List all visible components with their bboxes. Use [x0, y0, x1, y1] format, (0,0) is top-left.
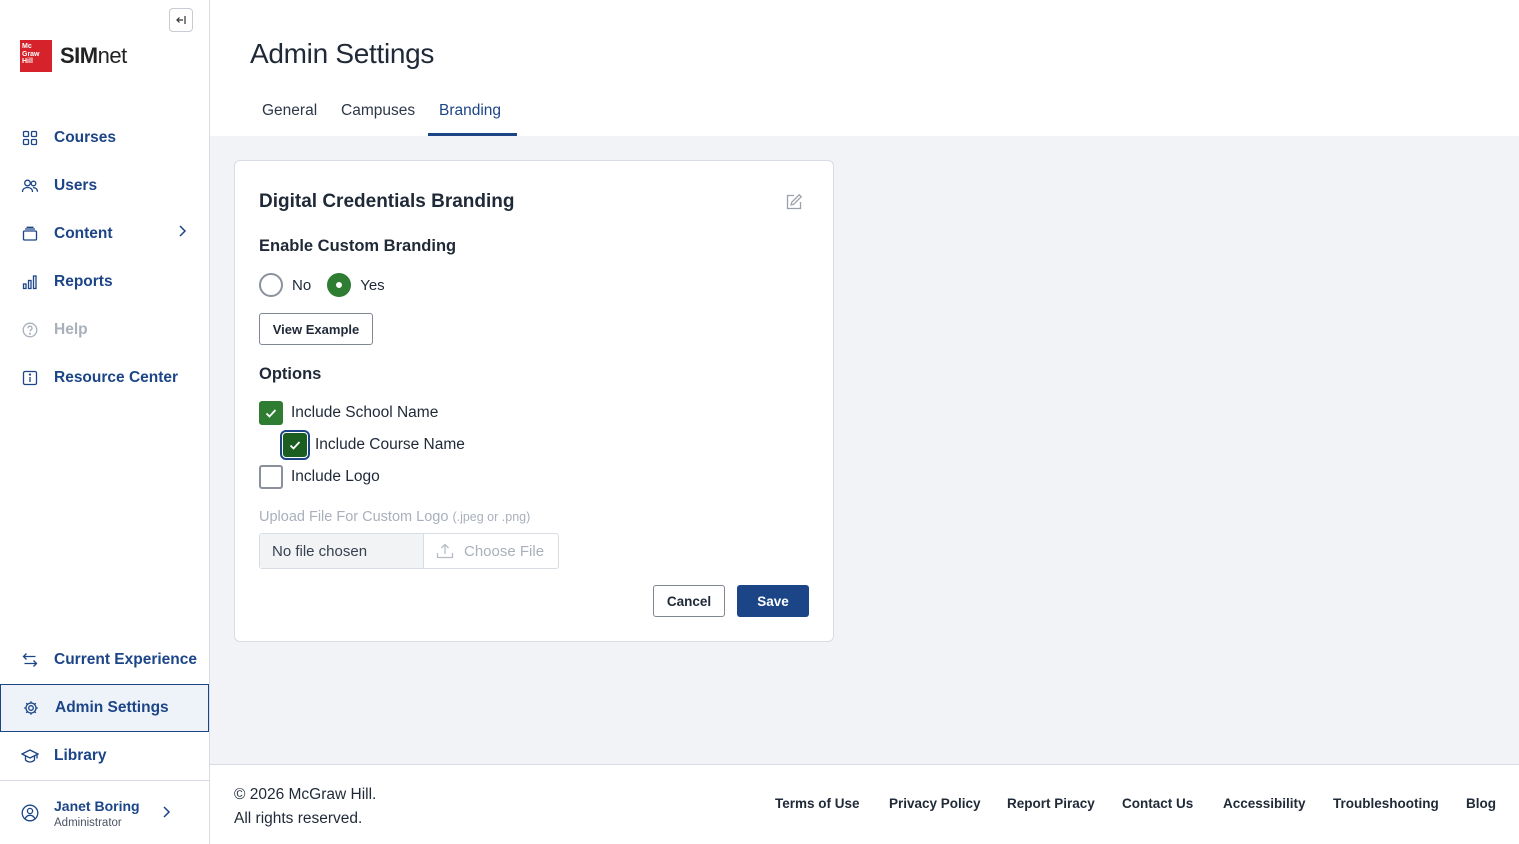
- chevron-right-icon: [177, 224, 187, 243]
- pencil-square-icon: [786, 193, 803, 210]
- gear-icon: [21, 698, 41, 718]
- sidebar-item-admin-settings[interactable]: Admin Settings: [0, 684, 209, 732]
- file-upload-field: No file chosen Choose File: [259, 533, 559, 569]
- checkbox-course-name[interactable]: [280, 430, 310, 460]
- radio-no-label: No: [292, 276, 312, 294]
- footer-link-contact[interactable]: Contact Us: [1122, 796, 1193, 811]
- edit-button[interactable]: [785, 193, 803, 211]
- enable-branding-title: Enable Custom Branding: [259, 237, 457, 255]
- tab-branding[interactable]: Branding: [428, 102, 517, 136]
- tab-general[interactable]: General: [262, 102, 317, 136]
- sidebar-item-label: Content: [54, 225, 113, 242]
- cancel-button[interactable]: Cancel: [653, 585, 725, 617]
- sidebar-divider: [0, 780, 209, 781]
- footer-link-blog[interactable]: Blog: [1466, 796, 1496, 811]
- radio-yes-label: Yes: [360, 276, 385, 294]
- sidebar-item-label: Users: [54, 177, 98, 194]
- card-title: Digital Credentials Branding: [259, 191, 515, 212]
- view-example-button[interactable]: View Example: [259, 313, 373, 345]
- copyright-line-1: © 2026 McGraw Hill.: [234, 786, 377, 803]
- upload-icon: [436, 543, 454, 559]
- switch-arrows-icon: [20, 650, 40, 670]
- checkbox-school-name[interactable]: [259, 401, 283, 425]
- sidebar-item-label: Current Experience: [54, 651, 197, 668]
- sidebar-item-help: Help: [0, 306, 209, 354]
- copyright: © 2026 McGraw Hill. All rights reserved.: [234, 783, 376, 831]
- checkbox-label: Include Course Name: [315, 436, 465, 453]
- footer: © 2026 McGraw Hill. All rights reserved.…: [210, 764, 1519, 844]
- footer-link-accessibility[interactable]: Accessibility: [1223, 796, 1306, 811]
- digital-credentials-card: Digital Credentials Branding Enable Cust…: [234, 160, 834, 642]
- sidebar-item-label: Library: [54, 747, 107, 764]
- checkbox-label: Include Logo: [291, 468, 380, 485]
- sidebar-item-users[interactable]: Users: [0, 162, 209, 210]
- user-role: Administrator: [54, 816, 122, 829]
- logo-wordmark: SIMnet: [60, 43, 127, 68]
- grid-icon: [20, 128, 40, 148]
- users-icon: [20, 176, 40, 196]
- sidebar: Mc Graw Hill SIMnet Courses Users Content …: [0, 0, 210, 844]
- mcgraw-hill-logo: Mc Graw Hill: [20, 40, 52, 72]
- sidebar-item-courses[interactable]: Courses: [0, 114, 209, 162]
- sidebar-item-label: Reports: [54, 273, 113, 290]
- sidebar-item-label: Help: [54, 321, 88, 338]
- sidebar-item-library[interactable]: Library: [0, 732, 209, 780]
- collapse-sidebar-button[interactable]: [169, 8, 193, 32]
- user-circle-icon: [20, 803, 40, 823]
- sidebar-item-current-experience[interactable]: Current Experience: [0, 636, 209, 684]
- content-icon: [20, 224, 40, 244]
- copyright-line-2: All rights reserved.: [234, 810, 363, 827]
- sidebar-item-content[interactable]: Content: [0, 210, 209, 258]
- save-button[interactable]: Save: [737, 585, 809, 617]
- footer-link-terms[interactable]: Terms of Use: [775, 796, 860, 811]
- chevron-right-icon: [161, 805, 171, 824]
- sidebar-item-label: Resource Center: [54, 369, 179, 386]
- tab-campuses[interactable]: Campuses: [341, 102, 415, 136]
- collapse-left-icon: [176, 16, 186, 24]
- choose-file-button: Choose File: [424, 534, 558, 568]
- checkmark-icon: [265, 409, 277, 418]
- sidebar-item-reports[interactable]: Reports: [0, 258, 209, 306]
- upload-hint: (.jpeg or .png): [452, 510, 531, 524]
- options-title: Options: [259, 365, 322, 383]
- page-title: Admin Settings: [250, 38, 435, 69]
- user-name: Janet Boring: [54, 797, 140, 814]
- bar-chart-icon: [20, 272, 40, 292]
- checkbox-label: Include School Name: [291, 404, 439, 421]
- radio-yes[interactable]: [327, 273, 352, 297]
- footer-link-piracy[interactable]: Report Piracy: [1007, 796, 1095, 811]
- upload-label-text: Upload File For Custom Logo: [259, 509, 449, 525]
- file-name-display: No file chosen: [260, 534, 424, 568]
- radio-no[interactable]: [259, 273, 283, 297]
- graduation-cap-icon: [20, 746, 40, 766]
- option-include-logo[interactable]: Include Logo: [259, 465, 380, 489]
- help-icon: [20, 320, 40, 340]
- footer-link-privacy[interactable]: Privacy Policy: [889, 796, 981, 811]
- sidebar-item-label: Admin Settings: [55, 699, 169, 716]
- checkbox-logo[interactable]: [259, 465, 283, 489]
- option-include-school-name[interactable]: Include School Name: [259, 401, 438, 425]
- sidebar-item-label: Courses: [54, 129, 117, 146]
- sidebar-item-resource-center[interactable]: Resource Center: [0, 354, 209, 402]
- branding-radio-group: No Yes: [259, 273, 385, 297]
- simnet-logo[interactable]: Mc Graw Hill SIMnet: [20, 40, 127, 72]
- user-info: Janet Boring Administrator: [54, 798, 140, 829]
- info-icon: [20, 368, 40, 388]
- choose-file-label: Choose File: [464, 542, 545, 560]
- checkmark-icon: [289, 441, 301, 450]
- user-menu[interactable]: Janet Boring Administrator: [0, 782, 209, 844]
- option-include-course-name[interactable]: Include Course Name: [280, 430, 465, 460]
- upload-label: Upload File For Custom Logo (.jpeg or .p…: [259, 509, 530, 525]
- page-header: Admin Settings General Campuses Branding: [210, 0, 1519, 136]
- footer-link-troubleshooting[interactable]: Troubleshooting: [1333, 796, 1439, 811]
